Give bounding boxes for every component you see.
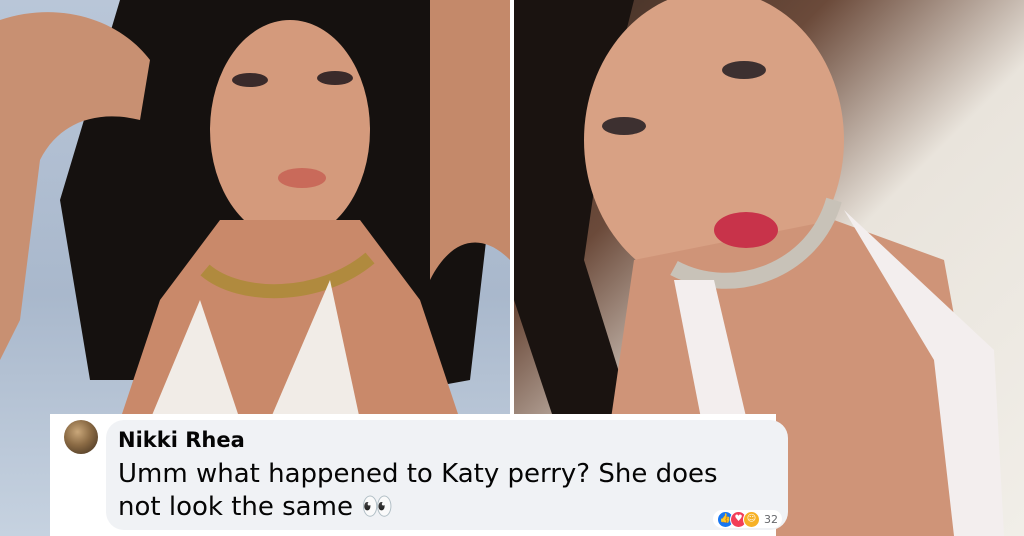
comment: Nikki Rhea Umm what happened to Katy per… [50,414,788,536]
haha-icon: ☺ [743,510,760,528]
reactions-summary[interactable]: 👍 ♥ ☺ 32 [713,510,782,528]
avatar[interactable] [64,420,98,454]
comment-text: Umm what happened to Katy perry? She doe… [118,459,718,522]
comment-author[interactable]: Nikki Rhea [118,428,245,452]
comment-bubble: Nikki Rhea Umm what happened to Katy per… [106,420,788,530]
reaction-count: 32 [764,512,778,526]
